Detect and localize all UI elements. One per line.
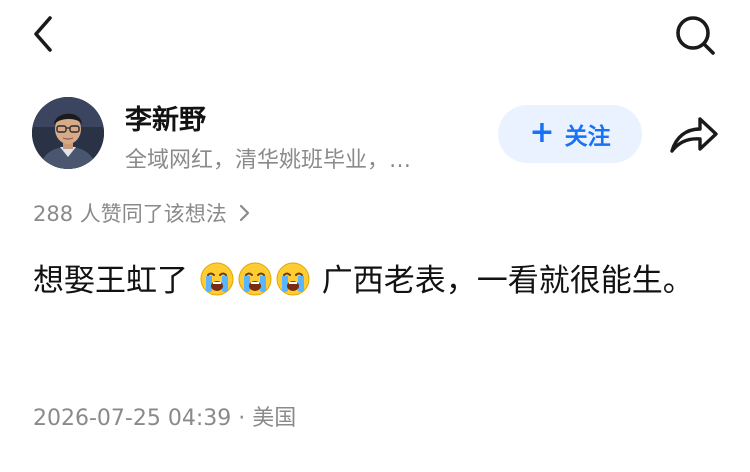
likes-row[interactable]: 288 人赞同了该想法 xyxy=(33,198,251,228)
crying-face-emoji-icon xyxy=(276,262,310,296)
plus-icon: + xyxy=(529,114,555,150)
chevron-left-icon xyxy=(34,16,52,52)
likes-text: 288 人赞同了该想法 xyxy=(33,202,227,226)
post-location: 美国 xyxy=(252,406,297,431)
crying-face-emoji-icon xyxy=(200,262,234,296)
share-icon xyxy=(670,117,718,153)
follow-button[interactable]: + 关注 xyxy=(498,105,642,163)
author-name[interactable]: 李新野 xyxy=(125,98,206,137)
search-icon xyxy=(676,16,715,55)
chevron-right-icon xyxy=(239,204,249,222)
post-meta: 2026-07-25 04:39 · 美国 xyxy=(33,400,296,432)
post-text-before: 想娶王虹了 xyxy=(33,263,188,299)
author-row: 李新野 全域网红，清华姚班毕业，… + 关注 xyxy=(0,95,750,175)
avatar-photo xyxy=(32,97,104,169)
avatar[interactable] xyxy=(32,97,104,169)
post-text-after: 广西老表，一看就很能生。 xyxy=(321,263,694,299)
post-emoji xyxy=(198,262,322,299)
search-button[interactable] xyxy=(672,12,718,58)
crying-face-emoji-icon xyxy=(238,262,272,296)
follow-label: 关注 xyxy=(564,124,611,150)
author-bio: 全域网红，清华姚班毕业，… xyxy=(125,148,412,173)
share-button[interactable] xyxy=(668,113,720,157)
meta-separator: · xyxy=(231,406,253,431)
top-bar xyxy=(0,0,750,70)
post-content: 想娶王虹了 广西老表，一看就很能生。 xyxy=(33,256,713,306)
back-button[interactable] xyxy=(26,14,62,54)
post-datetime: 2026-07-25 04:39 xyxy=(33,406,232,431)
